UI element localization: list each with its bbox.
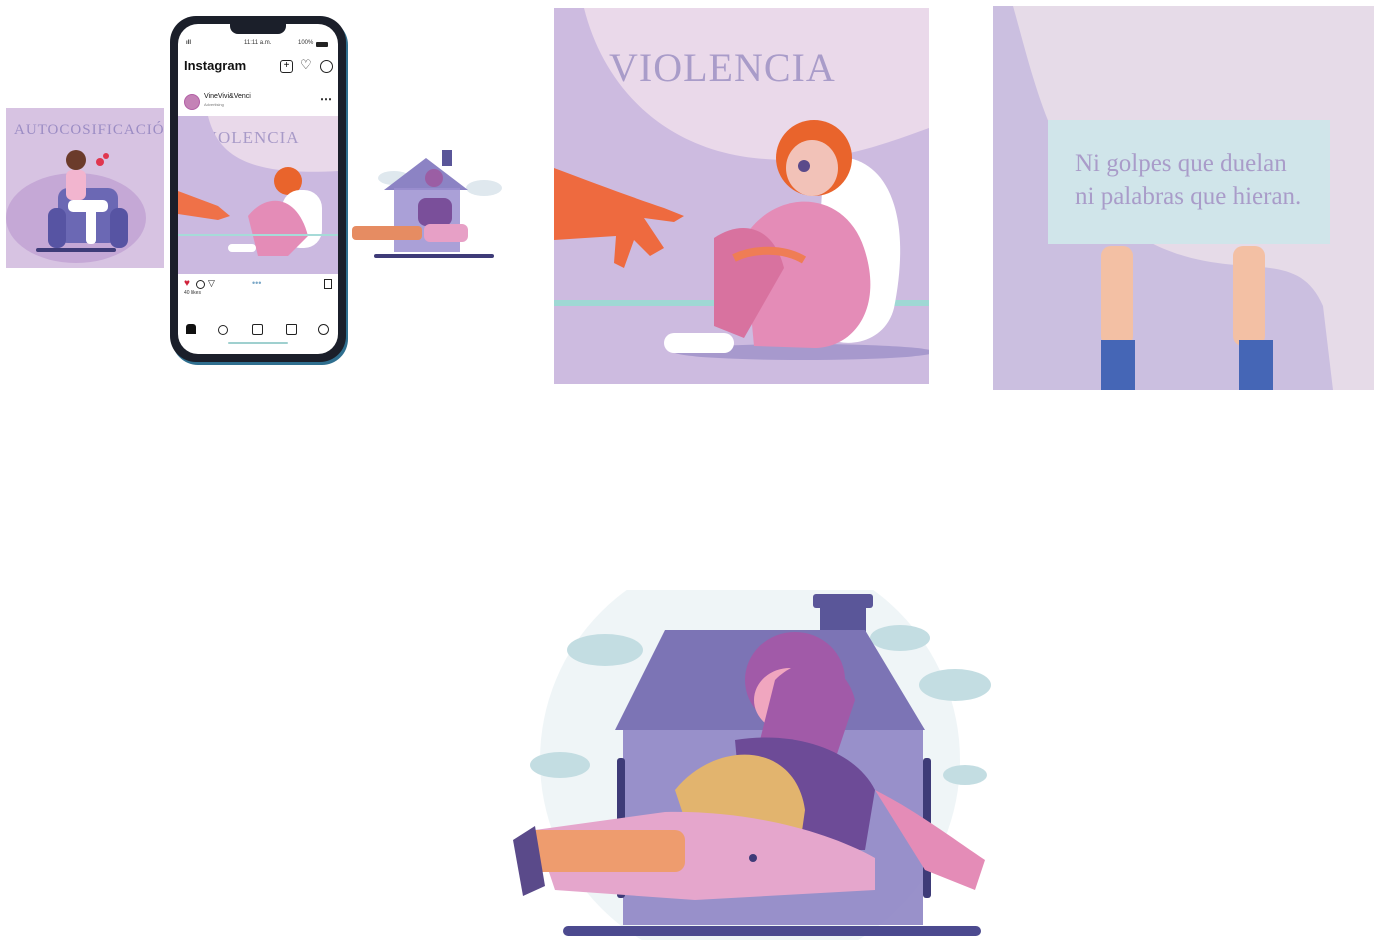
sign-line-1: Ni golpes que duelan: [1075, 150, 1287, 177]
signal-indicator: ıll: [186, 40, 192, 46]
avatar[interactable]: [184, 94, 200, 110]
share-icon[interactable]: ▽: [208, 278, 215, 289]
comment-icon[interactable]: [196, 280, 205, 289]
reels-icon[interactable]: [252, 324, 263, 335]
violencia-panel: VIOLENCIA: [554, 8, 929, 384]
sign-panel: Ni golpes que duelan ni palabras que hie…: [993, 6, 1374, 390]
battery-icon: [316, 42, 328, 47]
post-image-illustration: [178, 116, 338, 274]
house-card-small: [344, 108, 508, 268]
battery-indicator: 100%: [298, 40, 314, 46]
shop-icon[interactable]: [286, 324, 297, 335]
post-sublabel: Advertising: [204, 102, 224, 107]
autocosificacion-card: AUTOCOSIFICACIÓN: [6, 108, 164, 268]
carousel-dots: •••: [252, 278, 262, 288]
likes-count: 40 likes: [184, 290, 201, 296]
bottom-navigation: [178, 320, 338, 346]
post-image[interactable]: VIOLENCIA: [178, 116, 338, 274]
add-post-icon[interactable]: +: [280, 60, 293, 73]
post-actions: ♥ ▽ ••• 40 likes: [182, 278, 334, 300]
house-small-illustration: [352, 150, 502, 258]
heart-icon[interactable]: ♡: [300, 57, 312, 73]
profile-icon[interactable]: [318, 324, 329, 335]
phone-notch: [230, 24, 286, 34]
instagram-header: Instagram + ♡: [184, 54, 333, 78]
post-username[interactable]: VineVivi&Venci: [204, 93, 251, 100]
status-time: 11:11 a.m.: [244, 40, 272, 46]
phone-mockup: ıll 11:11 a.m. 100% Instagram + ♡ VineVi…: [170, 16, 346, 362]
search-icon[interactable]: [218, 325, 228, 335]
violencia-title: VIOLENCIA: [609, 45, 836, 90]
autocosificacion-illustration: [6, 150, 146, 263]
more-icon[interactable]: ⋯: [320, 92, 332, 106]
sign-board: Ni golpes que duelan ni palabras que hie…: [1048, 120, 1330, 244]
sign-line-2: ni palabras que hieran.: [1075, 183, 1302, 210]
status-bar: ıll 11:11 a.m. 100%: [178, 40, 338, 52]
messenger-icon[interactable]: [320, 60, 333, 73]
home-indicator: [228, 342, 288, 344]
bookmark-icon[interactable]: [324, 279, 332, 289]
like-heart-icon[interactable]: ♥: [184, 278, 190, 289]
home-icon[interactable]: [186, 324, 196, 334]
app-title: Instagram: [184, 58, 247, 73]
post-header: VineVivi&Venci Advertising ⋯: [182, 90, 334, 112]
phone-screen: ıll 11:11 a.m. 100% Instagram + ♡ VineVi…: [178, 24, 338, 354]
house-illustration-large: [513, 590, 991, 940]
